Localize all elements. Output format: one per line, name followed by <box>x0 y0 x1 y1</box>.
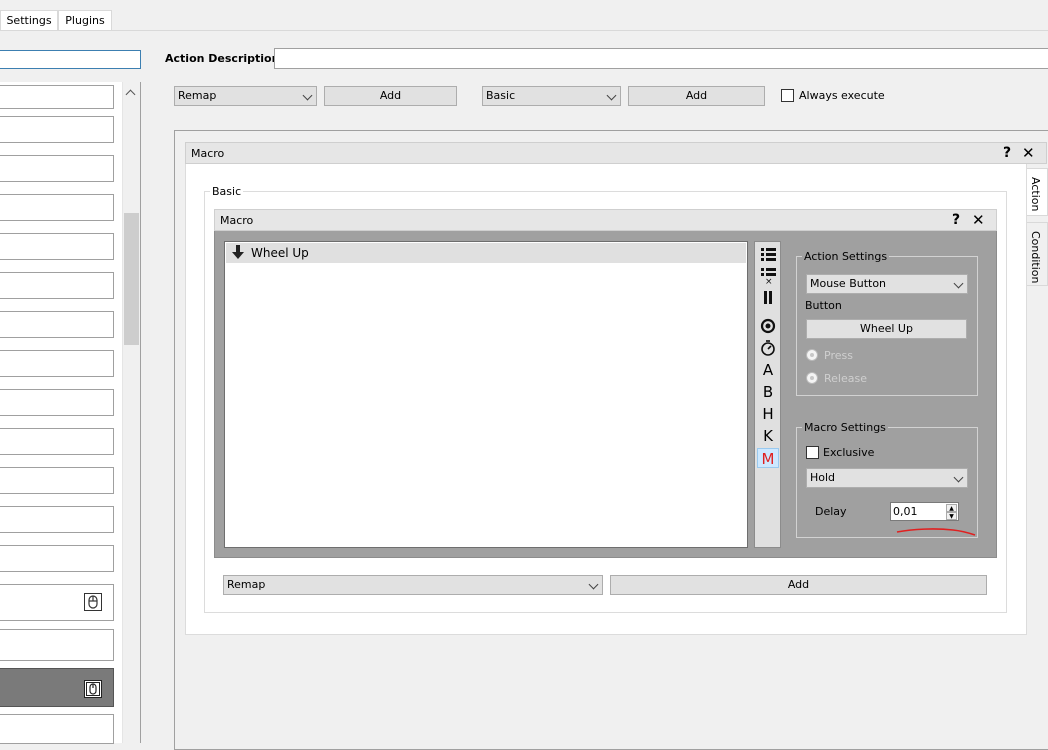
list-item[interactable] <box>0 194 114 221</box>
letter-a-icon[interactable]: A <box>757 360 779 380</box>
mouse-icon <box>84 593 102 611</box>
release-radio[interactable] <box>806 372 818 384</box>
tab-plugins[interactable]: Plugins <box>58 10 112 30</box>
combo-value: Mouse Button <box>810 277 887 290</box>
letter-h-icon[interactable]: H <box>757 404 779 424</box>
press-radio[interactable] <box>806 349 818 361</box>
button-label: Button <box>805 299 842 312</box>
letter-b-icon[interactable]: B <box>757 382 779 402</box>
combo-value: Hold <box>810 471 836 484</box>
close-icon[interactable]: ✕ <box>972 211 985 229</box>
list-item[interactable] <box>0 584 114 621</box>
list-item[interactable] <box>0 467 114 494</box>
outer-macro-title: Macro <box>191 147 225 160</box>
record-icon[interactable] <box>757 316 779 336</box>
action-description-label: Action Description <box>165 52 280 65</box>
list-item[interactable] <box>0 350 114 377</box>
exclusive-label: Exclusive <box>823 446 875 459</box>
tab-action-label: Action <box>1029 177 1042 212</box>
list-item[interactable] <box>0 389 114 416</box>
spin-up-icon[interactable]: ▲ <box>946 504 957 512</box>
basic-group-label: Basic <box>210 185 244 198</box>
action-type-select[interactable]: Mouse Button <box>806 274 968 294</box>
arrow-down-icon <box>232 245 244 260</box>
tab-condition[interactable]: Condition <box>1027 222 1048 286</box>
list-item[interactable] <box>0 116 114 143</box>
combo-value: Remap <box>227 578 266 591</box>
press-label: Press <box>824 349 853 362</box>
list-item-selected[interactable] <box>0 668 114 707</box>
list-item[interactable] <box>0 233 114 260</box>
add-action-button[interactable]: Add <box>324 86 457 106</box>
button-value-button[interactable]: Wheel Up <box>806 319 967 339</box>
list-item[interactable] <box>0 85 114 109</box>
inner-macro-title: Macro <box>220 214 254 227</box>
release-label: Release <box>824 372 867 385</box>
help-icon[interactable]: ? <box>952 212 960 228</box>
list-item[interactable] <box>0 545 114 572</box>
list-remove-icon[interactable]: × <box>757 266 779 286</box>
tab-action[interactable]: Action <box>1027 168 1048 216</box>
left-list-scrollbar[interactable] <box>122 82 140 743</box>
delay-label: Delay <box>815 505 847 518</box>
exclusive-checkbox[interactable] <box>806 446 819 459</box>
macro-mode-select[interactable]: Hold <box>806 468 968 488</box>
macro-list-item[interactable]: Wheel Up <box>226 243 746 263</box>
delay-value: 0,01 <box>893 505 918 518</box>
list-item[interactable] <box>0 714 114 744</box>
condition-type-combo[interactable]: Basic <box>482 86 621 106</box>
chevron-down-icon <box>953 278 964 289</box>
list-item[interactable] <box>0 506 114 533</box>
chevron-down-icon <box>588 579 599 590</box>
always-execute-checkbox[interactable] <box>781 89 794 102</box>
left-search-input[interactable] <box>0 50 141 69</box>
chevron-down-icon <box>606 90 617 101</box>
list-item[interactable] <box>0 629 114 661</box>
help-icon[interactable]: ? <box>1003 145 1011 161</box>
outer-macro-titlebar: Macro <box>185 142 1047 164</box>
macro-item-label: Wheel Up <box>251 246 309 260</box>
red-underline-annotation <box>896 528 976 536</box>
action-settings-label: Action Settings <box>802 250 890 263</box>
combo-value: Basic <box>486 89 516 102</box>
macro-list[interactable] <box>224 241 748 548</box>
scroll-thumb[interactable] <box>124 213 139 345</box>
svg-text:×: × <box>765 277 773 286</box>
close-icon[interactable]: ✕ <box>1022 144 1035 162</box>
chevron-down-icon <box>953 472 964 483</box>
pause-icon[interactable] <box>757 288 779 308</box>
list-item[interactable] <box>0 272 114 299</box>
macro-settings-label: Macro Settings <box>802 421 888 434</box>
bottom-type-combo[interactable]: Remap <box>223 575 603 595</box>
tab-settings[interactable]: Settings <box>0 10 58 30</box>
bottom-add-button[interactable]: Add <box>610 575 987 595</box>
inner-macro-titlebar: Macro <box>214 209 997 231</box>
timer-icon[interactable] <box>757 338 779 358</box>
letter-k-icon[interactable]: K <box>757 426 779 446</box>
letter-m-icon[interactable]: M <box>757 448 779 468</box>
combo-value: Remap <box>178 89 217 102</box>
always-execute-label: Always execute <box>799 89 885 102</box>
action-type-combo[interactable]: Remap <box>174 86 317 106</box>
list-item[interactable] <box>0 428 114 455</box>
tab-condition-label: Condition <box>1029 231 1042 284</box>
add-condition-button[interactable]: Add <box>628 86 765 106</box>
spin-down-icon[interactable]: ▼ <box>946 512 957 520</box>
action-description-input[interactable] <box>274 48 1048 69</box>
list-item[interactable] <box>0 155 114 182</box>
delay-spinbox[interactable]: 0,01 ▲ ▼ <box>890 502 959 521</box>
tab-strip-line <box>0 30 1048 31</box>
mouse-icon <box>84 680 102 698</box>
list-icon[interactable] <box>757 244 779 264</box>
chevron-down-icon <box>302 90 313 101</box>
list-item[interactable] <box>0 311 114 338</box>
